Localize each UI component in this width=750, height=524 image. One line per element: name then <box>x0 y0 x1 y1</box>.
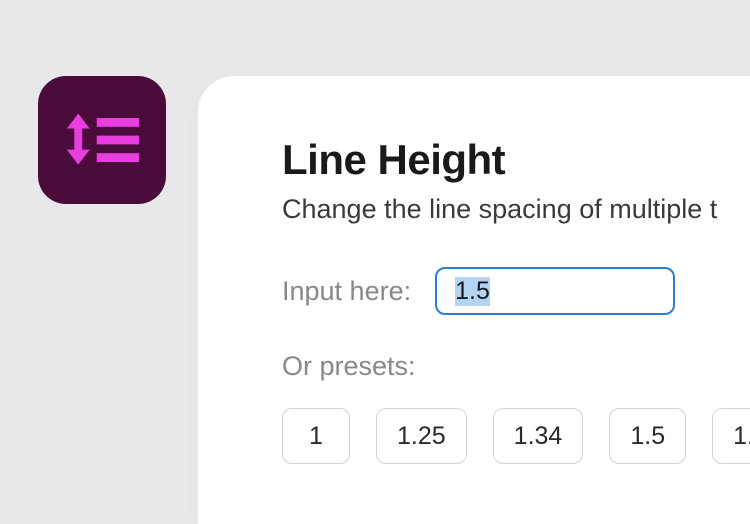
presets-label: Or presets: <box>282 351 750 382</box>
preset-button-1-5[interactable]: 1.5 <box>609 408 686 464</box>
app-icon <box>38 76 166 204</box>
preset-button-1-25[interactable]: 1.25 <box>376 408 467 464</box>
input-row: Input here: <box>282 267 750 315</box>
preset-button-1-67[interactable]: 1.67 <box>712 408 750 464</box>
line-height-icon <box>58 96 146 184</box>
line-height-input[interactable] <box>435 267 675 315</box>
card-title: Line Height <box>282 136 750 184</box>
preset-button-1[interactable]: 1 <box>282 408 350 464</box>
input-label: Input here: <box>282 276 411 307</box>
presets-row: 1 1.25 1.34 1.5 1.67 <box>282 408 750 464</box>
preset-button-1-34[interactable]: 1.34 <box>493 408 584 464</box>
settings-card: Line Height Change the line spacing of m… <box>198 76 750 524</box>
card-subtitle: Change the line spacing of multiple t <box>282 194 750 225</box>
